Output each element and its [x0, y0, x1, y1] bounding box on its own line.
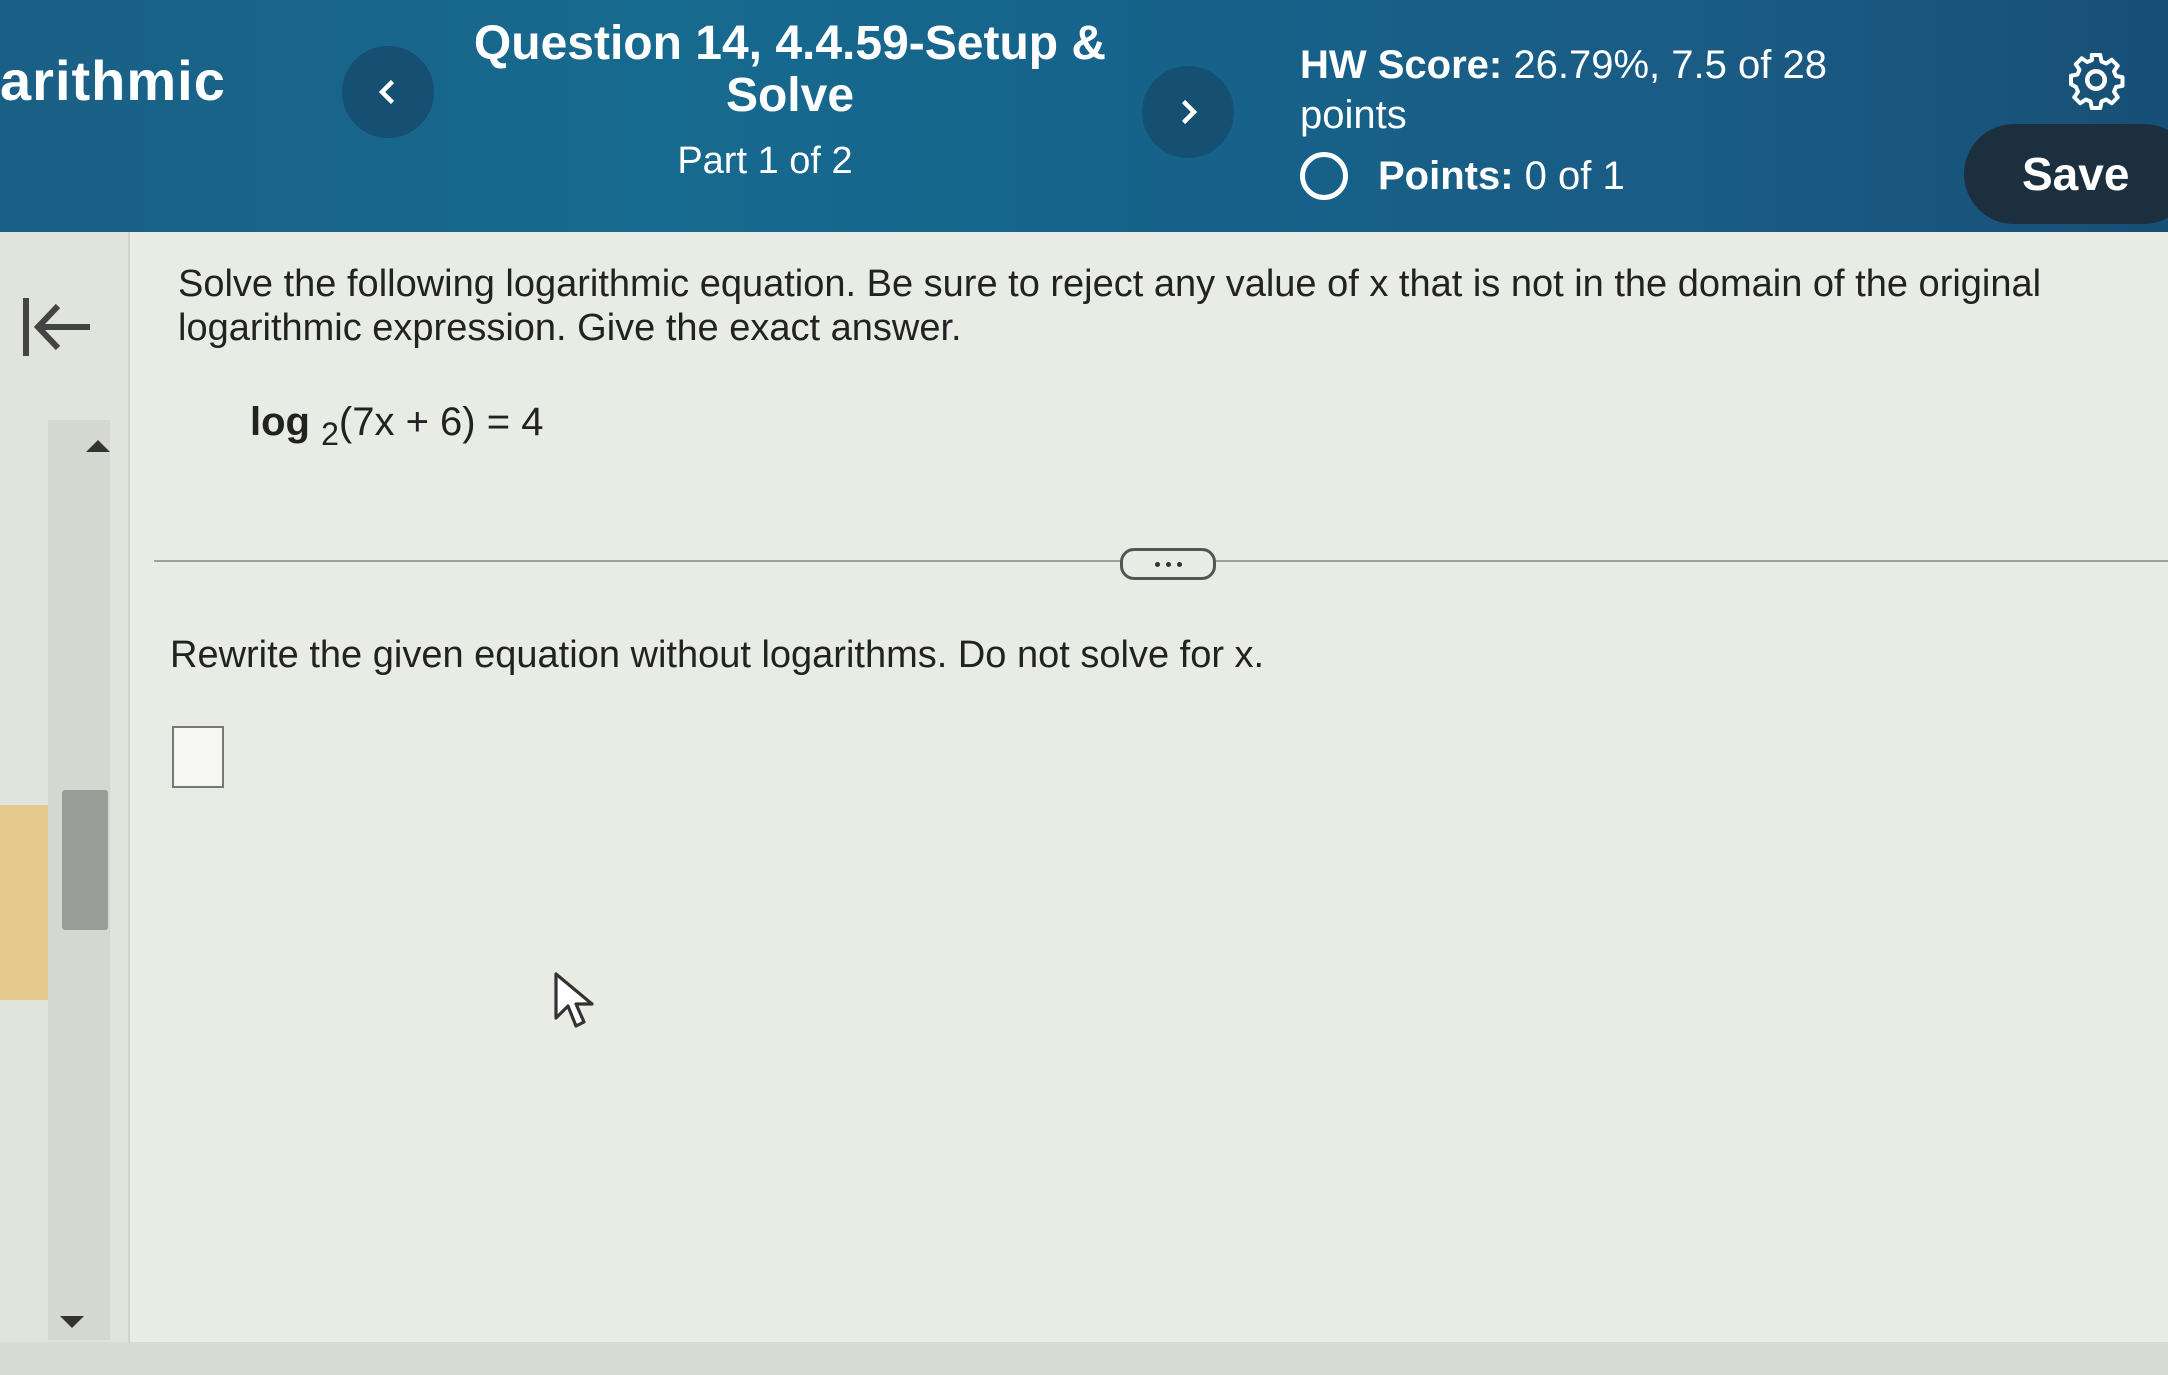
- dot-icon: [1176, 561, 1182, 567]
- points-status-circle-icon: [1300, 152, 1348, 200]
- previous-question-button[interactable]: [342, 46, 434, 138]
- dot-icon: [1165, 561, 1171, 567]
- next-question-button[interactable]: [1142, 66, 1234, 158]
- dot-icon: [1154, 561, 1160, 567]
- points-status: Points: 0 of 1: [1300, 152, 1860, 200]
- question-title: Question 14, 4.4.59-Setup & Solve: [473, 17, 1107, 122]
- collapse-panel-icon[interactable]: [18, 292, 98, 362]
- equation-function: log: [250, 400, 310, 444]
- scroll-down-icon[interactable]: [60, 1316, 84, 1328]
- chevron-right-icon: [1181, 99, 1198, 125]
- course-title: arithmic: [0, 49, 226, 112]
- save-button[interactable]: Save: [1964, 124, 2168, 224]
- points-value: 0 of 1: [1524, 153, 1625, 198]
- equation: log 2(7x + 6) = 4: [250, 400, 543, 453]
- hw-score: HW Score: 26.79%, 7.5 of 28 points: [1300, 40, 1860, 140]
- gear-icon[interactable]: [2066, 50, 2126, 110]
- chevron-left-icon: [378, 79, 395, 105]
- equation-base: 2: [321, 416, 339, 452]
- question-heading: Question 14, 4.4.59-Setup & Solve Part 1…: [440, 18, 1140, 183]
- expand-more-button[interactable]: [1120, 548, 1216, 580]
- question-instructions: Solve the following logarithmic equation…: [178, 263, 2042, 349]
- answer-input[interactable]: [172, 726, 224, 788]
- bottom-bar: [0, 1342, 2168, 1375]
- top-header: arithmic Question 14, 4.4.59-Setup & Sol…: [0, 0, 2168, 232]
- points-label: Points:: [1378, 153, 1514, 198]
- hw-score-label: HW Score:: [1300, 43, 1503, 87]
- equation-expression: (7x + 6) = 4: [338, 400, 544, 444]
- scroll-up-icon[interactable]: [86, 440, 110, 452]
- question-part: Part 1 of 2: [677, 140, 853, 182]
- scrollbar-thumb[interactable]: [62, 790, 108, 930]
- mouse-pointer-icon: [554, 972, 594, 1028]
- score-panel: HW Score: 26.79%, 7.5 of 28 points Point…: [1300, 40, 1860, 200]
- answer-prompt: Rewrite the given equation without logar…: [170, 634, 1265, 676]
- question-content: Solve the following logarithmic equation…: [128, 232, 2168, 1342]
